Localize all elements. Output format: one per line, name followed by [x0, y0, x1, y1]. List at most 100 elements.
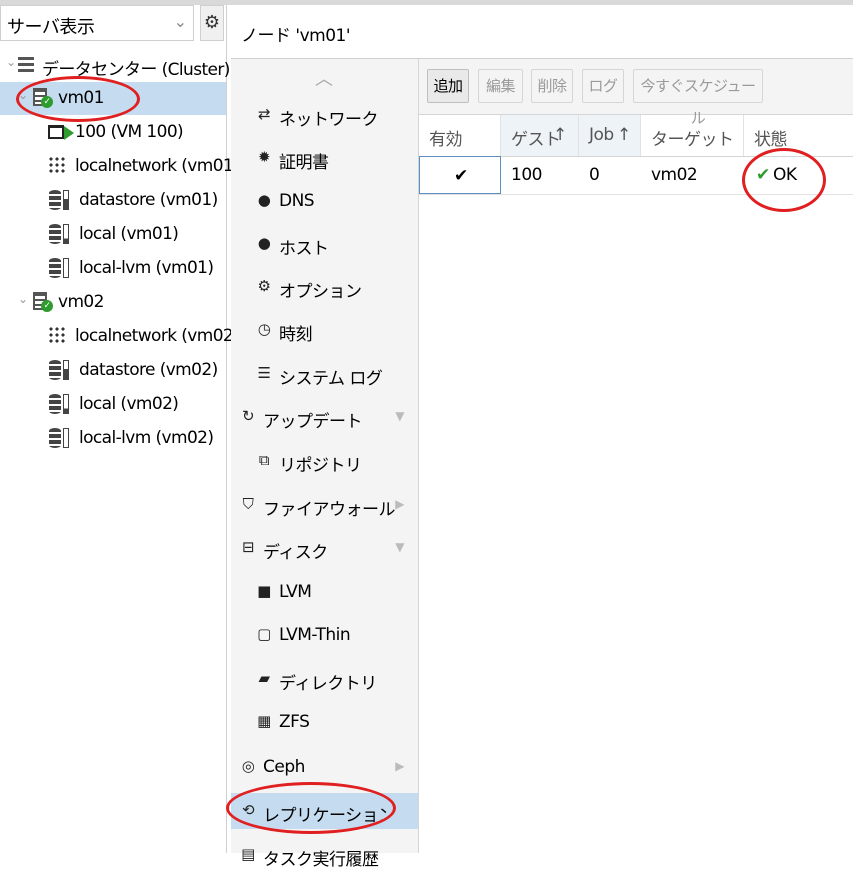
column-header-label: 状態	[754, 130, 788, 150]
nav-item-zfs[interactable]: ▦ ZFS	[231, 704, 418, 740]
table-row[interactable]: ✔ 100 0 vm02 ✔ OK	[419, 156, 853, 195]
remove-button[interactable]: 削除	[531, 69, 573, 103]
nav-item-label: LVM-Thin	[279, 625, 351, 645]
collapse-down-icon[interactable]: ▼	[395, 540, 404, 554]
list-alt-icon: ▤	[241, 845, 255, 863]
nav-item-time[interactable]: ◷ 時刻	[231, 312, 418, 348]
tree-item-label: vm01	[58, 88, 104, 108]
datacenter-icon	[18, 55, 38, 77]
cell-guest: 100	[501, 156, 579, 194]
expand-icon[interactable]: ⌄	[6, 55, 16, 69]
tree-item-network[interactable]: localnetwork (vm02)	[0, 320, 240, 353]
log-button[interactable]: ログ	[582, 69, 624, 103]
tree-item-vm02[interactable]: ⌄ ✓ vm02	[0, 286, 226, 319]
nav-item-lvm-thin[interactable]: ▢ LVM-Thin	[231, 617, 418, 653]
tree-item-datacenter[interactable]: ⌄ データセンター (Cluster)	[0, 49, 230, 82]
tree-item-label: local (vm02)	[79, 394, 179, 414]
square-outline-icon: ▢	[257, 625, 271, 643]
tree-item-storage[interactable]: local-lvm (vm01)	[0, 252, 226, 285]
nav-item-label: 時刻	[279, 325, 313, 345]
nav-item-lvm[interactable]: ■ LVM	[231, 574, 418, 610]
nav-item-ceph[interactable]: ◎ Ceph ▶	[231, 749, 418, 785]
tree-item-label: datastore (vm02)	[79, 360, 218, 380]
tree-item-label: datastore (vm01)	[79, 190, 218, 210]
network-grid-icon	[48, 326, 68, 348]
nav-item-directory[interactable]: ▰ ディレクトリ	[231, 661, 418, 697]
nav-item-updates[interactable]: ↻ アップデート ▼	[231, 399, 418, 435]
expand-right-icon[interactable]: ▶	[395, 759, 404, 773]
clock-icon: ◷	[257, 320, 271, 338]
nav-item-network[interactable]: ⇄ ネットワーク	[231, 97, 418, 133]
nav-item-label: ファイアウォール	[263, 500, 396, 520]
tree-item-storage[interactable]: local (vm02)	[0, 388, 226, 421]
nav-item-syslog[interactable]: ☰ システム ログ	[231, 356, 418, 392]
column-header-label: Job	[589, 125, 614, 145]
column-header-label: 有効	[429, 130, 463, 150]
nav-item-label: ディレクトリ	[279, 674, 377, 694]
tree-item-storage[interactable]: datastore (vm01)	[0, 184, 226, 217]
edit-button[interactable]: 編集	[478, 69, 523, 103]
nav-item-label: アップデート	[263, 412, 363, 432]
column-header-target[interactable]: ターゲット	[641, 115, 744, 156]
storage-icon	[49, 224, 69, 246]
cell-enabled[interactable]: ✔	[419, 156, 501, 194]
nav-item-hosts[interactable]: ● ホスト	[231, 226, 418, 262]
view-selector[interactable]: サーバ表示 ⌄	[0, 5, 194, 41]
scroll-up-icon[interactable]: ︿	[315, 65, 333, 91]
tree-item-vm01[interactable]: ⌄ ✓ vm01	[0, 82, 226, 115]
nav-item-options[interactable]: ⚙ オプション	[231, 269, 418, 305]
nav-item-label: ホスト	[279, 239, 329, 259]
column-header-label: ターゲット	[651, 130, 734, 150]
expand-icon[interactable]: ⌄	[18, 292, 28, 306]
cell-value: 0	[589, 165, 600, 185]
refresh-icon: ↻	[241, 407, 255, 425]
nav-item-label: Ceph	[263, 757, 305, 777]
nav-item-dns[interactable]: ● DNS	[231, 183, 418, 219]
folder-icon: ▰	[258, 669, 270, 687]
tree-item-label: vm02	[58, 292, 104, 312]
server-icon: ✓	[33, 88, 53, 110]
status-text: OK	[773, 165, 797, 185]
tree-item-storage[interactable]: local-lvm (vm02)	[0, 422, 226, 455]
storage-icon	[49, 428, 69, 450]
collapse-down-icon[interactable]: ▼	[395, 409, 404, 423]
column-header-job[interactable]: Job ↑	[579, 115, 641, 156]
tree-item-label: local (vm01)	[79, 224, 179, 244]
ok-check-icon: ✔	[756, 165, 770, 185]
nav-item-label: DNS	[279, 191, 315, 211]
nav-item-disks[interactable]: ⊟ ディスク ▼	[231, 530, 418, 566]
nav-item-task-history[interactable]: ▤ タスク実行履歴	[231, 837, 418, 873]
nav-item-label: リポジトリ	[279, 456, 362, 476]
cell-job: 0	[579, 156, 641, 194]
nav-item-label: オプション	[279, 282, 362, 302]
nav-item-repositories[interactable]: ⧉ リポジトリ	[231, 443, 418, 479]
tree-item-network[interactable]: localnetwork (vm01)	[0, 150, 240, 183]
replication-panel: 追加 編集 削除 ログ 今すぐスケジュール 有効 ゲスト ↑ Job ↑ ターゲット…	[419, 59, 853, 853]
column-header-guest[interactable]: ゲスト ↑	[501, 115, 579, 156]
tree-item-vm100[interactable]: 100 (VM 100)	[0, 116, 226, 149]
chevron-down-icon: ⌄	[173, 12, 187, 31]
cell-status: ✔ OK	[744, 156, 853, 194]
column-header-status[interactable]: 状態	[744, 115, 853, 156]
nav-item-replication[interactable]: ⟲ レプリケーション	[231, 793, 418, 829]
server-icon: ✓	[33, 292, 53, 314]
storage-icon	[49, 258, 69, 280]
square-icon: ■	[257, 582, 271, 600]
storage-icon	[49, 190, 69, 212]
checkmark-icon: ✔	[454, 166, 468, 186]
add-button[interactable]: 追加	[427, 69, 469, 103]
retweet-icon: ⟲	[241, 801, 255, 819]
schedule-now-button[interactable]: 今すぐスケジュール	[633, 69, 763, 127]
tree-item-storage[interactable]: local (vm01)	[0, 218, 226, 251]
column-header-enabled[interactable]: 有効	[419, 115, 501, 156]
expand-right-icon[interactable]: ▶	[395, 497, 404, 511]
nav-item-certificates[interactable]: ✹ 証明書	[231, 140, 418, 176]
gear-icon[interactable]: ⚙	[200, 5, 224, 41]
vm-running-icon	[48, 122, 74, 144]
nav-item-firewall[interactable]: ⛉ ファイアウォール ▶	[231, 487, 418, 523]
tree-item-label: local-lvm (vm02)	[79, 428, 214, 448]
nav-item-label: システム ログ	[279, 369, 383, 389]
expand-icon[interactable]: ⌄	[18, 88, 28, 102]
tree-item-storage[interactable]: datastore (vm02)	[0, 354, 226, 387]
tree-item-label: データセンター (Cluster)	[42, 60, 230, 80]
